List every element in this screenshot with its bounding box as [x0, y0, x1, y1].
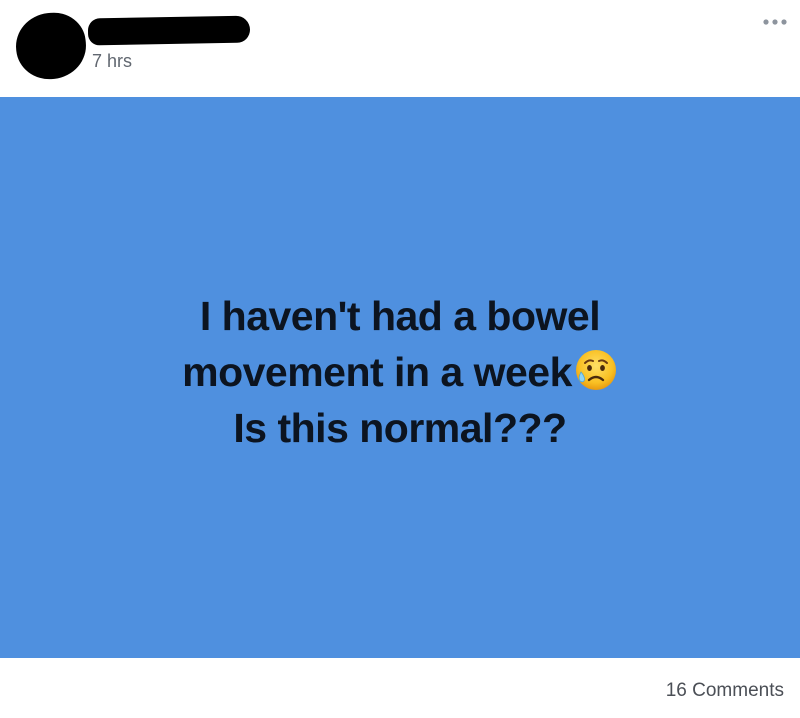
status-line-2-text: movement in a week — [182, 349, 572, 395]
avatar[interactable] — [12, 9, 90, 83]
comments-count-link[interactable]: 16 Comments — [666, 680, 784, 702]
status-line-1: I haven't had a bowel — [199, 293, 601, 339]
post-timestamp[interactable]: 7 hrs — [92, 51, 132, 71]
status-line-2: movement in a week — [0, 344, 800, 400]
author-name-redacted[interactable] — [87, 15, 251, 46]
post-header: 7 hrs — [0, 0, 800, 97]
status-line-3: Is this normal??? — [233, 405, 567, 451]
more-options-icon — [763, 19, 787, 25]
sad-but-relieved-face-icon — [574, 348, 618, 392]
status-background-card: I haven't had a bowel movement in a week — [0, 97, 800, 658]
post-footer: 16 Comments — [0, 658, 800, 718]
more-options-button[interactable] — [760, 10, 790, 34]
status-text: I haven't had a bowel movement in a week — [0, 288, 800, 456]
facebook-post: 7 hrs I haven't had a bowel movement in … — [0, 0, 800, 718]
